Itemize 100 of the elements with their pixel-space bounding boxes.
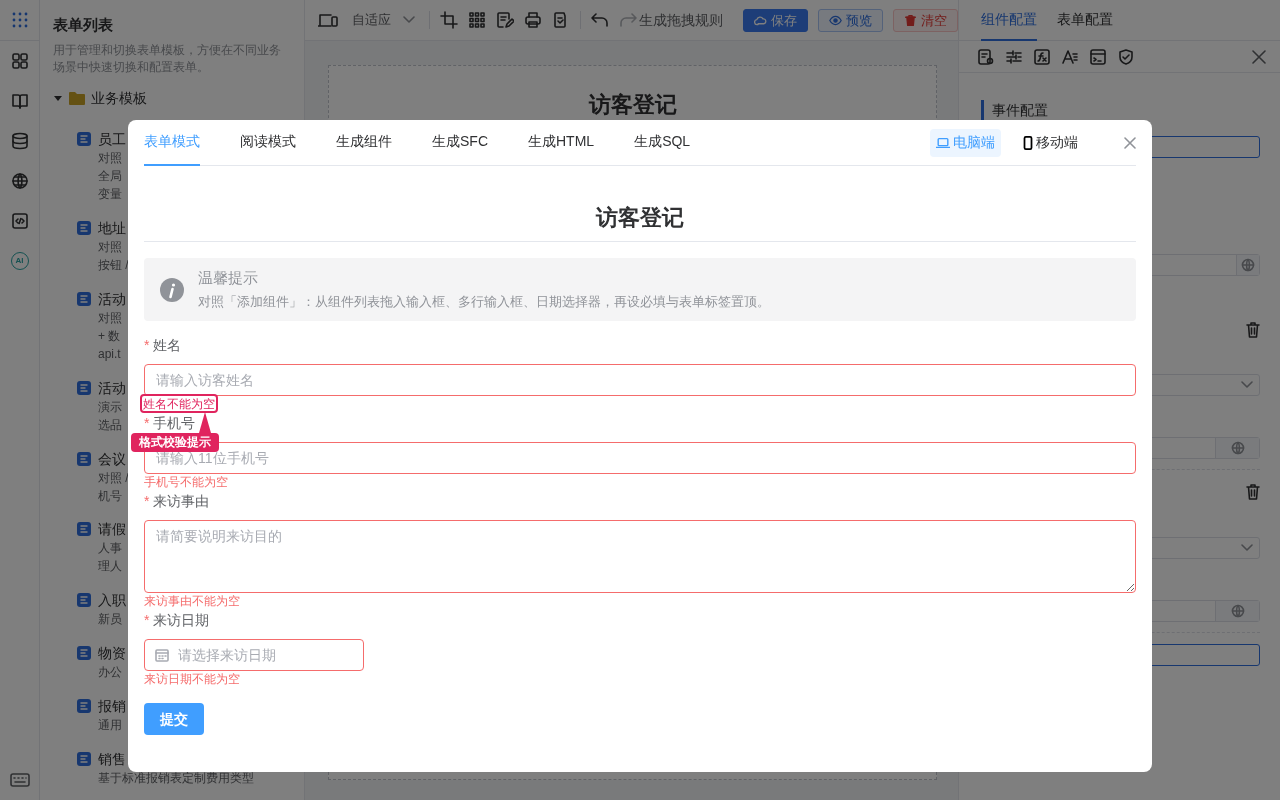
document-icon (77, 752, 91, 766)
info-icon (160, 277, 184, 302)
template-description: 对照 (98, 309, 122, 327)
template-title[interactable]: 活动 (98, 288, 126, 309)
clear-button[interactable]: 清空 (893, 8, 958, 32)
template-description: 选品 (98, 416, 122, 434)
template-title[interactable]: 活动 (98, 377, 126, 398)
template-description: 基于标准报销表定制费用类型 (98, 770, 254, 787)
submit-button[interactable]: 提交 (144, 703, 204, 735)
panel-tab[interactable]: 组件配置 (981, 0, 1037, 41)
document-icon (77, 380, 91, 395)
template-title[interactable]: 员工 (98, 129, 126, 149)
input-field[interactable]: 请输入访客姓名 (144, 364, 1136, 396)
close-icon[interactable] (1252, 49, 1266, 64)
template-title[interactable]: 销售 (98, 749, 126, 769)
rule-button[interactable]: 生成拖拽规则 (639, 9, 723, 31)
document-icon (77, 593, 91, 608)
close-icon (1124, 136, 1136, 149)
panel-tab[interactable]: 表单配置 (1057, 0, 1113, 41)
mode-tab[interactable]: 生成SQL (634, 119, 691, 166)
template-description: 办公 (98, 664, 122, 682)
error-message: 姓名不能为空 (143, 395, 215, 412)
print-icon[interactable] (524, 11, 542, 29)
template-description: 变量 (98, 186, 122, 203)
template-title[interactable]: 会议 (98, 448, 126, 469)
close-button[interactable] (1124, 136, 1136, 149)
notice-title: 温馨提示 (198, 267, 259, 288)
keyboard-icon[interactable] (9, 773, 30, 787)
device-icon[interactable] (318, 12, 338, 28)
grid-icon[interactable] (468, 11, 486, 29)
template-description: 人事 (98, 540, 122, 558)
mode-tab[interactable]: 表单模式 (144, 119, 200, 166)
field-label: 来访日期 (153, 611, 210, 630)
document-icon (77, 646, 91, 661)
document-icon (77, 132, 91, 146)
trash-icon[interactable] (1246, 484, 1260, 500)
template-title[interactable]: 入职 (98, 590, 126, 611)
function-icon[interactable] (1033, 47, 1051, 66)
mode-tab[interactable]: 生成HTML (528, 119, 595, 166)
document-icon (77, 699, 91, 714)
textarea-field[interactable]: 请简要说明来访目的 (144, 520, 1136, 593)
panel-title: 表单列表 (53, 16, 114, 34)
required-mark: * (144, 611, 150, 630)
document-icon (77, 451, 91, 466)
phone-icon (1023, 135, 1033, 150)
shield-icon[interactable] (1117, 47, 1135, 66)
document-icon (77, 220, 91, 235)
crop-icon[interactable] (440, 11, 458, 29)
edit-icon[interactable] (496, 11, 514, 29)
template-description: 全局 (98, 168, 122, 185)
code-icon[interactable] (10, 212, 29, 230)
scale-select[interactable]: 自适应 (352, 10, 391, 30)
chevron-down-icon (1241, 544, 1253, 552)
caret-icon[interactable] (53, 93, 63, 103)
folder-icon (69, 91, 85, 105)
required-mark: * (144, 336, 150, 355)
mode-tab[interactable]: 生成组件 (336, 119, 392, 166)
template-description: 通用 (98, 717, 122, 735)
device-toggle[interactable]: 移动端 (1017, 128, 1084, 157)
template-title[interactable]: 报销 (98, 696, 126, 717)
notice-text: 对照「添加组件」：从组件列表拖入输入框、多行输入框、日期选择器，再设必填与表单标签置顶。 (198, 292, 770, 311)
template-title[interactable]: 物资 (98, 643, 126, 664)
book-icon[interactable] (10, 92, 29, 110)
preview-button[interactable]: 预览 (818, 8, 883, 32)
globe-icon[interactable] (10, 172, 29, 190)
save-button[interactable]: 保存 (743, 8, 808, 32)
apps-icon[interactable] (10, 11, 29, 29)
template-description: 演示 (98, 398, 122, 416)
calendar-icon (155, 648, 169, 662)
mode-tab[interactable]: 生成SFC (432, 119, 488, 166)
template-description: 理人 (98, 558, 122, 576)
folder-label[interactable]: 业务模板 (91, 87, 147, 109)
field-label: 手机号 (153, 414, 196, 433)
cloud-icon (754, 13, 767, 27)
template-description: 对照 (98, 150, 122, 167)
undo-icon[interactable] (591, 12, 609, 28)
error-message: 来访日期不能为空 (144, 671, 240, 687)
grid-icon[interactable] (10, 52, 29, 70)
text-style-icon[interactable] (1061, 47, 1079, 66)
template-description: 对照 (98, 238, 122, 256)
template-description: 机号 (98, 487, 122, 505)
form-settings-icon[interactable] (977, 47, 995, 66)
form-title: 访客登记 (144, 166, 1136, 242)
trash-icon[interactable] (1246, 322, 1260, 338)
database-icon[interactable] (10, 132, 29, 150)
template-description: 按钮 / (98, 256, 129, 274)
field-label: 姓名 (153, 336, 182, 355)
document-icon (77, 522, 91, 537)
date-field[interactable]: 请选择来访日期 (144, 639, 364, 671)
template-description: + 数 (98, 327, 121, 345)
error-message: 手机号不能为空 (144, 474, 228, 490)
chevron-down-icon (1241, 381, 1253, 389)
mode-tab[interactable]: 阅读模式 (240, 119, 296, 166)
template-title[interactable]: 请假 (98, 519, 126, 540)
sliders-icon[interactable] (1005, 47, 1023, 66)
canvas-title: 访客登记 (587, 91, 678, 119)
terminal-icon[interactable] (1089, 47, 1107, 66)
template-description: 新员 (98, 611, 122, 629)
device-toggle[interactable]: 电脑端 (930, 128, 1001, 157)
template-title[interactable]: 地址 (98, 217, 126, 238)
